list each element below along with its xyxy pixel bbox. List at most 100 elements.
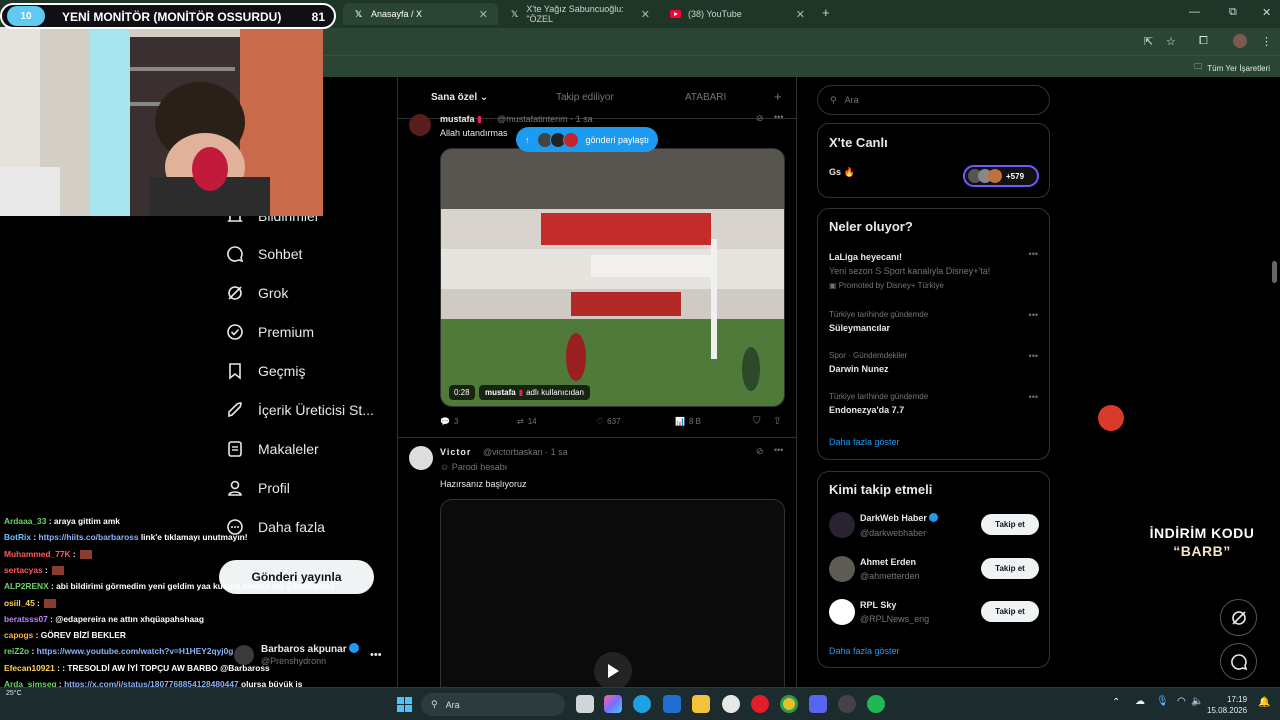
nav-grok[interactable]: Grok [226, 284, 288, 302]
view-count: 8 B [688, 417, 701, 426]
grok-icon[interactable]: ⊘ [756, 446, 764, 457]
tweet-author[interactable]: Victor [440, 447, 471, 457]
more-icon[interactable]: ••• [774, 112, 783, 122]
windows-start-icon[interactable] [397, 697, 412, 712]
more-icon[interactable]: ••• [1029, 351, 1038, 361]
live-listeners[interactable]: +579 [963, 165, 1039, 187]
tweet-video[interactable] [440, 499, 785, 699]
wifi-icon[interactable]: ◠ [1177, 696, 1186, 707]
tab-youtube[interactable]: (38) YouTube ✕ [660, 3, 815, 25]
follow-button[interactable]: Takip et [981, 514, 1039, 535]
edge-icon[interactable] [633, 695, 651, 713]
close-window-icon[interactable]: ✕ [1262, 6, 1271, 19]
new-tab-icon[interactable]: + [822, 5, 830, 20]
minimize-icon[interactable]: — [1189, 6, 1200, 18]
spotify-icon[interactable] [867, 695, 885, 713]
nav-bookmarks[interactable]: Geçmiş [226, 362, 305, 380]
show-more-link[interactable]: Daha fazla göster [829, 437, 900, 447]
nav-articles[interactable]: Makaleler [226, 440, 319, 458]
copilot-icon[interactable] [604, 695, 622, 713]
menu-icon[interactable]: ⋮ [1261, 35, 1272, 48]
nav-chat[interactable]: Sohbet [226, 245, 302, 263]
bookmark-icon[interactable]: ⛉ [753, 416, 761, 427]
tab-x-home[interactable]: 𝕏 Anasayfa / X ✕ [343, 3, 498, 25]
taskbar-search[interactable]: ⚲ Ara [421, 693, 565, 716]
outlook-icon[interactable] [663, 695, 681, 713]
nav-profile[interactable]: Profil [226, 479, 290, 497]
share-icon[interactable]: ⇧ [773, 416, 781, 427]
weather-temp: 25°C [6, 690, 22, 697]
volume-icon[interactable]: 🔈 [1191, 696, 1203, 707]
close-icon[interactable]: ✕ [641, 8, 650, 21]
trends-title: Neler oluyor? [829, 219, 913, 234]
clock[interactable]: 17:19 15.08.2026 [1207, 694, 1247, 716]
opera-icon[interactable] [751, 695, 769, 713]
tweet-video[interactable]: 0:28 mustafa ▮ adlı kullanıcıdan [440, 148, 785, 407]
new-posts-pill[interactable]: ↑ gönderi paylaştı [516, 127, 659, 152]
like-button[interactable]: ♡ 637 [596, 417, 621, 426]
obs-icon[interactable] [838, 695, 856, 713]
show-more-link[interactable]: Daha fazla göster [829, 646, 900, 656]
tab-atabari[interactable]: ATABARI [685, 92, 726, 103]
play-icon[interactable] [594, 652, 632, 690]
promo-code-text: “BARB” [1173, 543, 1231, 559]
views-button[interactable]: 📊 8 B [675, 417, 701, 426]
maximize-icon[interactable]: ⧉ [1229, 6, 1237, 19]
add-tab-icon[interactable]: + [774, 89, 782, 104]
flag-icon: ▮ [518, 388, 524, 397]
youtube-icon [670, 9, 681, 20]
mic-icon[interactable]: 🎙 [1156, 696, 1169, 707]
nav-creator-studio[interactable]: İçerik Üreticisi St... [226, 401, 374, 419]
follow-button[interactable]: Takip et [981, 601, 1039, 622]
scrollbar-thumb[interactable] [1272, 261, 1277, 283]
goal-current: 10 [7, 6, 45, 26]
notification-icon[interactable]: 🔔 [1258, 697, 1270, 708]
cloud-icon[interactable]: ☁ [1135, 696, 1145, 707]
tab-x-post[interactable]: 𝕏 X'te Yağız Sabuncuoğlu: "ÖZEL ✕ [500, 3, 660, 25]
close-icon[interactable]: ✕ [796, 8, 805, 21]
chat-message: Efecan10921 : : TRESOLDİ AW İYİ TOPÇU AW… [4, 663, 404, 673]
discord-icon[interactable] [809, 695, 827, 713]
file-explorer-icon[interactable] [692, 695, 710, 713]
live-space-title[interactable]: Gs 🔥 [829, 167, 855, 178]
messages-button[interactable] [1220, 643, 1257, 680]
video-attribution[interactable]: mustafa ▮ adlı kullanıcıdan [479, 385, 590, 400]
more-icon[interactable]: ••• [1029, 249, 1038, 259]
trend-name: Darwin Nunez [829, 364, 889, 374]
tweet-author[interactable]: mustafa ▮ [440, 114, 482, 125]
avatar[interactable] [409, 446, 433, 470]
chat-link[interactable]: https://www.youtube.com/watch?v=H1HEY2qy… [37, 646, 234, 656]
suggestion-name: Ahmet Erden [860, 557, 917, 567]
tray-chevron-icon[interactable]: ⌃ [1112, 697, 1120, 708]
grok-button[interactable] [1220, 599, 1257, 636]
trend-subtitle: Yeni sezon S Sport kanalıyla Disney+'ta! [829, 266, 991, 276]
close-icon[interactable]: ✕ [479, 8, 488, 21]
task-view-icon[interactable] [576, 695, 594, 713]
chrome-icon[interactable] [780, 695, 798, 713]
nav-premium[interactable]: Premium [226, 323, 314, 341]
reply-button[interactable]: 💬 3 [440, 417, 458, 426]
search-input[interactable]: ⚲ Ara [817, 85, 1050, 115]
avatar[interactable] [409, 114, 431, 136]
more-icon[interactable]: ••• [1029, 310, 1038, 320]
follow-button[interactable]: Takip et [981, 558, 1039, 579]
xbox-icon[interactable] [722, 695, 740, 713]
tab-following[interactable]: Takip ediliyor [556, 92, 614, 103]
more-icon[interactable]: ••• [1029, 392, 1038, 402]
more-icon[interactable]: ••• [774, 445, 783, 455]
like-count: 637 [607, 417, 621, 426]
tab-for-you[interactable]: Sana özel ⌄ [431, 92, 488, 103]
install-app-icon[interactable]: ⇱ [1144, 35, 1153, 48]
extensions-icon[interactable]: ⧠ [1199, 35, 1208, 48]
all-bookmarks[interactable]: 🗀 Tüm Yer İşaretleri [1194, 61, 1270, 75]
chat-message: beratsss07 : @edapereira ne attın xhqüap… [4, 614, 404, 624]
chat-message: capogs : GÖREV BİZİ BEKLER [4, 630, 404, 640]
chat-message: osiil_45 : [4, 598, 404, 608]
chat-text-tail: link'e tıklamayı unutmayın! [138, 532, 248, 543]
repost-button[interactable]: ⇄ 14 [517, 417, 537, 426]
profile-avatar[interactable] [1233, 34, 1247, 48]
grok-icon[interactable]: ⊘ [756, 113, 764, 124]
chat-link[interactable]: https://hiits.co/barbaross [38, 532, 138, 542]
weather[interactable]: 25°C [6, 690, 22, 697]
star-icon[interactable]: ☆ [1166, 35, 1176, 48]
